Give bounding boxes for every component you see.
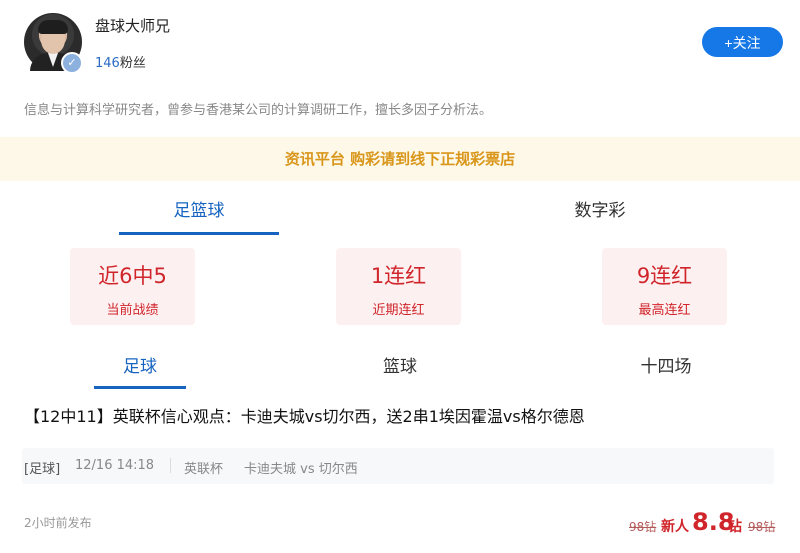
fans-count: 146粉丝 xyxy=(95,52,146,71)
original-price: 98钻 xyxy=(629,520,657,534)
tab-football-basketball[interactable]: 足篮球 xyxy=(119,196,279,221)
stat-label: 当前战绩 xyxy=(106,303,159,318)
username[interactable]: 盘球大师兄 xyxy=(95,15,170,36)
stat-label: 近期连红 xyxy=(372,303,425,318)
fans-label: 粉丝 xyxy=(119,56,146,71)
notice-banner: 资讯平台 购彩请到线下正规彩票店 xyxy=(0,137,800,181)
article-time: 12/16 14:18 xyxy=(75,458,155,473)
fans-number: 146 xyxy=(95,56,120,71)
article-tag: [足球] xyxy=(24,462,61,477)
stat-card-recent-streak: 1连红 近期连红 xyxy=(336,248,461,325)
subtab-active-indicator xyxy=(94,386,186,389)
bio: 信息与计算科学研究者，曾参与香港某公司的计算调研工作，擅长多因子分析法。 xyxy=(24,103,493,118)
subtab-fourteen-matches[interactable]: 十四场 xyxy=(620,352,712,377)
stat-card-current-record: 近6中5 当前战绩 xyxy=(70,248,195,325)
new-user-label: 新人 xyxy=(661,519,689,535)
avatar-hair xyxy=(38,20,68,34)
article-match: 卡迪夫城 vs 切尔西 xyxy=(244,462,358,477)
article-league: 英联杯 xyxy=(184,462,224,477)
original-price-secondary: 98钻 xyxy=(748,520,776,534)
article-title[interactable]: 【12中11】英联杯信心观点：卡迪夫城vs切尔西，送2串1埃因霍温vs格尔德恩 xyxy=(24,403,585,427)
tab-active-indicator xyxy=(119,232,279,235)
stat-label: 最高连红 xyxy=(638,303,691,318)
publish-time: 2小时前发布 xyxy=(24,516,92,530)
follow-button[interactable]: +关注 xyxy=(702,27,783,57)
stat-value: 1连红 xyxy=(370,264,427,288)
subtab-football[interactable]: 足球 xyxy=(94,352,186,377)
tab-digital-lottery[interactable]: 数字彩 xyxy=(520,196,680,221)
stat-card-best-streak: 9连红 最高连红 xyxy=(602,248,727,325)
verified-badge-icon: ✓ xyxy=(61,52,83,74)
price-unit: 钻 xyxy=(728,519,742,535)
stat-value: 9连红 xyxy=(636,264,693,288)
stat-value: 近6中5 xyxy=(98,264,167,288)
meta-divider xyxy=(170,458,171,473)
subtab-basketball[interactable]: 篮球 xyxy=(354,352,446,377)
